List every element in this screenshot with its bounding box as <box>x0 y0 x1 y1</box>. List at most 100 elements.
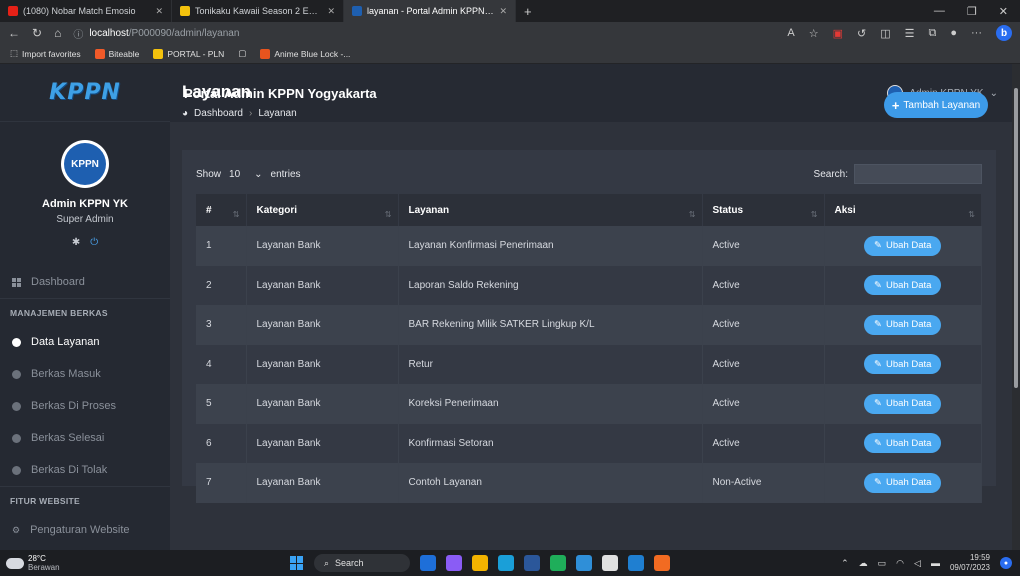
sidebar-item-pengaturan[interactable]: ⚙ Pengaturan Website <box>0 514 170 546</box>
restore-icon[interactable]: ❐ <box>967 5 977 18</box>
kppn-logo: KPPN <box>49 80 121 105</box>
split-screen-icon[interactable]: ◫ <box>880 27 890 40</box>
edit-button[interactable]: ✎ Ubah Data <box>864 472 942 493</box>
breadcrumb-home[interactable]: Dashboard <box>194 108 243 119</box>
close-window-icon[interactable]: ✕ <box>999 5 1008 18</box>
column-header-aksi[interactable]: Aksi ⇅ <box>824 194 982 226</box>
cell-aksi: ✎ Ubah Data <box>824 344 982 384</box>
browser-tab-anime[interactable]: Tonikaku Kawaii Season 2 Episod ✕ <box>172 0 344 22</box>
cell-status: Active <box>702 305 825 345</box>
edge-icon[interactable] <box>498 555 514 571</box>
url-host: localhost <box>89 27 129 39</box>
vscode-icon[interactable] <box>628 555 644 571</box>
column-header-number[interactable]: # ⇅ <box>196 194 247 226</box>
onedrive-icon[interactable]: ☁ <box>859 558 868 569</box>
sidebar-item-label: Berkas Di Proses <box>31 400 116 412</box>
favorite-anime[interactable]: Anime Blue Lock -... <box>260 48 350 59</box>
volume-icon[interactable]: ◁ <box>914 558 921 569</box>
sidebar-item-berkas-di-tolak[interactable]: Berkas Di Tolak <box>0 454 170 486</box>
column-header-status[interactable]: Status ⇅ <box>702 194 825 226</box>
sidebar-logo[interactable]: KPPN <box>0 64 170 122</box>
cell-layanan: Laporan Saldo Rekening <box>398 265 703 305</box>
close-icon[interactable]: ✕ <box>499 6 507 17</box>
xampp-icon[interactable] <box>654 555 670 571</box>
sort-icon: ⇅ <box>384 210 392 219</box>
edit-button-label: Ubah Data <box>886 398 932 410</box>
browser-tab-youtube[interactable]: (1080) Nobar Match Emosio ✕ <box>0 0 172 22</box>
taskbar-search[interactable]: ⌕ Search <box>314 554 410 572</box>
search-input[interactable] <box>854 164 982 184</box>
home-icon[interactable]: ⌂ <box>54 26 61 40</box>
paper-plane-icon[interactable] <box>602 555 618 571</box>
edit-button[interactable]: ✎ Ubah Data <box>864 393 942 414</box>
cell-layanan: Konfirmasi Setoran <box>398 423 703 463</box>
extension-icon[interactable]: ▣ <box>833 27 843 40</box>
weather-widget[interactable]: 28°C Berawan <box>0 554 290 572</box>
sidebar-item-label: Berkas Di Tolak <box>31 464 108 476</box>
close-icon[interactable]: ✕ <box>327 6 335 17</box>
refresh-icon[interactable]: ↻ <box>32 26 42 40</box>
more-icon[interactable]: ··· <box>971 27 982 39</box>
url-field[interactable]: ⓘ localhost/P000090/admin/layanan <box>73 24 775 42</box>
page-scrollbar[interactable] <box>1012 64 1020 550</box>
table-search: Search: <box>814 164 982 184</box>
edit-button[interactable]: ✎ Ubah Data <box>864 235 942 256</box>
edit-button[interactable]: ✎ Ubah Data <box>864 275 942 296</box>
whatsapp-icon[interactable] <box>550 555 566 571</box>
bing-icon[interactable]: b <box>996 25 1012 41</box>
notification-icon[interactable]: ● <box>1000 557 1012 569</box>
store-icon[interactable] <box>576 555 592 571</box>
entries-select[interactable]: 10 ⌄ <box>229 169 263 180</box>
profile-icon[interactable]: ● <box>950 27 957 39</box>
windows-start-icon[interactable] <box>290 556 304 570</box>
favorites-icon[interactable]: ☰ <box>905 27 915 40</box>
word-icon[interactable] <box>524 555 540 571</box>
favorite-import[interactable]: ⬚ Import favorites <box>10 48 81 59</box>
favorite-folder[interactable]: ▢ <box>238 48 246 59</box>
clock[interactable]: 19:59 09/07/2023 <box>950 553 990 573</box>
table-row: 3 Layanan Bank BAR Rekening Milik SATKER… <box>196 305 982 345</box>
gear-icon[interactable]: ✱ <box>72 237 80 248</box>
refresh-extension-icon[interactable]: ↺ <box>857 27 866 40</box>
edit-button[interactable]: ✎ Ubah Data <box>864 433 942 454</box>
collections-icon[interactable]: ⧉ <box>928 27 936 40</box>
tab-title: layanan - Portal Admin KPPN Yo <box>367 6 495 16</box>
weather-condition: Berawan <box>28 563 60 572</box>
file-explorer-icon[interactable] <box>472 555 488 571</box>
minimize-icon[interactable]: — <box>934 5 945 17</box>
tab-title: (1080) Nobar Match Emosio <box>23 6 136 16</box>
clock-date: 09/07/2023 <box>949 563 990 572</box>
sidebar-item-berkas-di-proses[interactable]: Berkas Di Proses <box>0 390 170 422</box>
page-icon <box>180 6 190 16</box>
edit-button[interactable]: ✎ Ubah Data <box>864 354 942 375</box>
sidebar-item-data-layanan[interactable]: Data Layanan <box>0 326 170 358</box>
column-header-kategori[interactable]: Kategori ⇅ <box>246 194 399 226</box>
sidebar-item-dashboard[interactable]: Dashboard <box>0 266 170 298</box>
add-service-button[interactable]: + Tambah Layanan <box>884 92 988 118</box>
column-header-layanan[interactable]: Layanan ⇅ <box>398 194 703 226</box>
colorful-app-icon[interactable] <box>446 555 462 571</box>
back-icon[interactable]: ← <box>8 26 20 40</box>
edit-icon: ✎ <box>874 477 883 489</box>
scrollbar-thumb[interactable] <box>1014 88 1018 388</box>
read-aloud-icon[interactable]: A <box>787 27 794 39</box>
chevron-up-icon[interactable]: ⌃ <box>841 558 849 569</box>
sidebar-item-label: Dashboard <box>31 276 85 288</box>
wifi-icon[interactable]: ◠ <box>896 558 904 569</box>
browser-app-icon[interactable] <box>420 555 436 571</box>
power-icon[interactable]: ⏻ <box>90 237 98 248</box>
battery-icon[interactable]: ▬ <box>931 558 940 568</box>
display-icon[interactable]: ▭ <box>878 558 887 569</box>
circle-icon <box>12 337 21 347</box>
close-icon[interactable]: ✕ <box>155 6 163 17</box>
sidebar-item-berkas-selesai[interactable]: Berkas Selesai <box>0 422 170 454</box>
favorite-pln[interactable]: PORTAL - PLN <box>153 48 224 59</box>
edit-button[interactable]: ✎ Ubah Data <box>864 314 942 335</box>
circle-icon <box>12 369 21 379</box>
browser-tab-portal[interactable]: layanan - Portal Admin KPPN Yo ✕ <box>344 0 516 22</box>
favorite-star-icon[interactable]: ☆ <box>809 27 819 40</box>
favorite-biteable[interactable]: Biteable <box>94 48 139 59</box>
info-icon: ⓘ <box>73 29 84 41</box>
sidebar-item-berkas-masuk[interactable]: Berkas Masuk <box>0 358 170 390</box>
new-tab-button[interactable]: + <box>516 0 540 22</box>
